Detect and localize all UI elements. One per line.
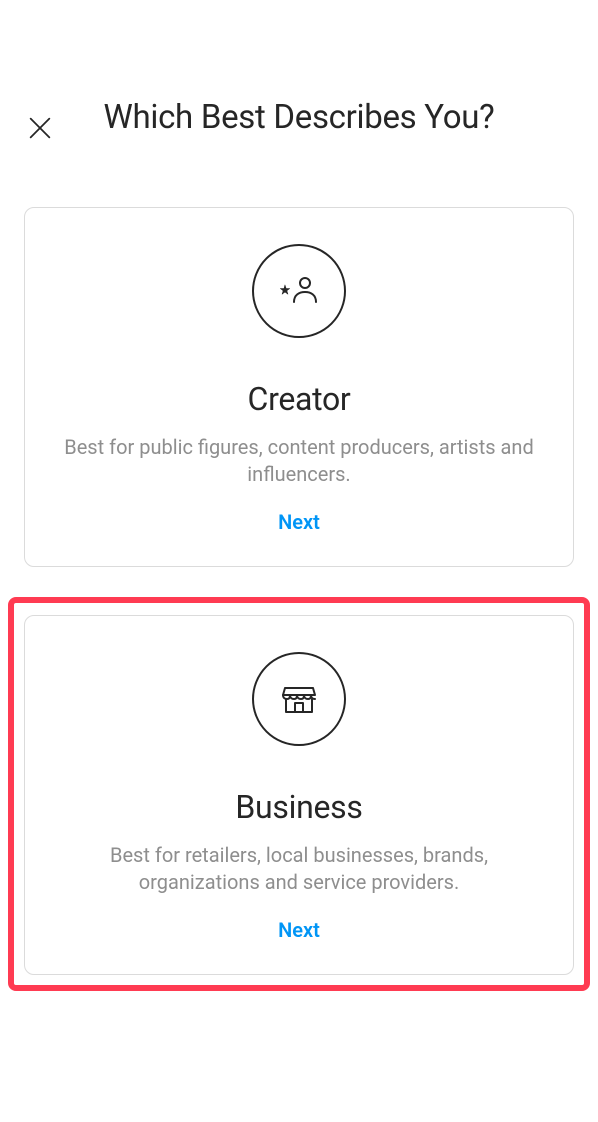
business-highlight: Business Best for retailers, local busin… — [8, 597, 590, 991]
cards-container: Creator Best for public figures, content… — [0, 207, 598, 991]
business-card[interactable]: Business Best for retailers, local busin… — [24, 615, 574, 975]
page-title: Which Best Describes You? — [0, 98, 598, 137]
star-person-icon — [277, 269, 321, 313]
storefront-icon — [277, 677, 321, 721]
creator-card[interactable]: Creator Best for public figures, content… — [24, 207, 574, 567]
creator-title: Creator — [45, 380, 553, 418]
close-button[interactable] — [24, 112, 56, 144]
business-icon-circle — [252, 652, 346, 746]
creator-description: Best for public figures, content produce… — [45, 434, 553, 488]
creator-icon-circle — [252, 244, 346, 338]
close-icon — [26, 114, 54, 142]
business-title: Business — [45, 788, 553, 826]
business-next-button[interactable]: Next — [278, 918, 320, 942]
business-description: Best for retailers, local businesses, br… — [45, 842, 553, 896]
creator-next-button[interactable]: Next — [278, 510, 320, 534]
